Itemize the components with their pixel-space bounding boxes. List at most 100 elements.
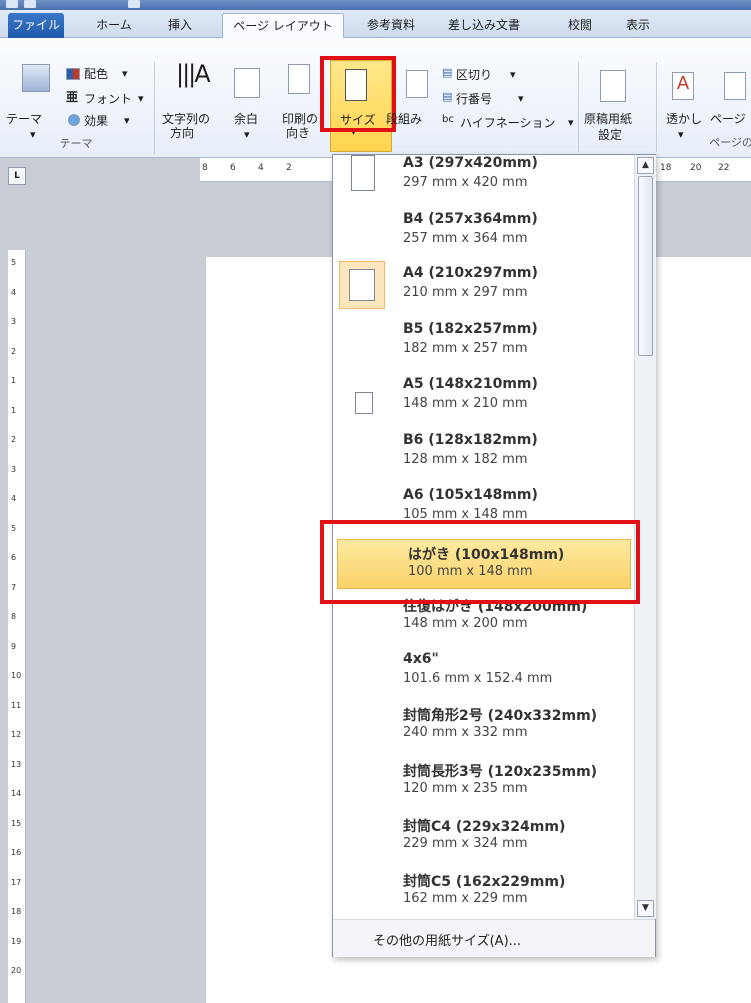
- breaks-button[interactable]: 区切り: [456, 66, 492, 83]
- ruler-tick: 8: [202, 163, 208, 173]
- print-preview-icon[interactable]: [128, 0, 140, 8]
- size-option[interactable]: A5 (148x210mm) 148 mm x 210 mm: [333, 372, 633, 427]
- vertical-ruler-tick: 10: [11, 671, 22, 680]
- size-option-name: 4x6": [403, 651, 439, 667]
- tab-mailings[interactable]: 差し込み文書: [436, 13, 532, 38]
- vertical-ruler-tick: 14: [11, 789, 22, 798]
- size-option-name: A4 (210x297mm): [403, 265, 538, 281]
- highlight-postcard-option: [320, 520, 640, 604]
- size-option-dimensions: 210 mm x 297 mm: [403, 285, 528, 300]
- vertical-ruler-tick: 20: [11, 966, 22, 975]
- chevron-down-icon: ▾: [510, 68, 516, 81]
- orientation-label-2: 向き: [286, 126, 311, 140]
- size-option[interactable]: 4x6" 101.6 mm x 152.4 mm: [333, 647, 633, 702]
- vertical-ruler-tick: 16: [11, 848, 22, 857]
- tab-home[interactable]: ホーム: [86, 13, 142, 38]
- margins-icon: [234, 68, 260, 98]
- tab-view[interactable]: 表示: [616, 13, 660, 38]
- size-option-dimensions: 148 mm x 210 mm: [403, 396, 528, 411]
- group-separator: [154, 62, 155, 154]
- size-option[interactable]: B4 (257x364mm) 257 mm x 364 mm: [333, 207, 633, 262]
- vertical-ruler-tick: 4: [11, 494, 17, 503]
- group-separator: [656, 62, 657, 152]
- vertical-ruler-tick: 11: [11, 700, 22, 710]
- orientation-icon: [288, 64, 310, 94]
- chevron-down-icon: ▾: [124, 114, 130, 127]
- page-color-icon: [724, 72, 746, 100]
- scroll-thumb[interactable]: [638, 176, 653, 356]
- columns-icon: [406, 70, 428, 98]
- size-option-name: 封筒角形2号 (240x332mm): [403, 708, 598, 724]
- ruler-tick: 18: [660, 163, 672, 173]
- paper-icon: [355, 392, 373, 414]
- vertical-ruler-tick: 13: [11, 759, 22, 769]
- columns-button[interactable]: 段組み: [386, 110, 422, 127]
- size-option[interactable]: 封筒C4 (229x324mm) 229 mm x 324 mm: [333, 812, 633, 867]
- word-icon: [6, 0, 18, 8]
- vertical-ruler-tick: 8: [11, 612, 17, 621]
- vertical-ruler-tick: 15: [11, 818, 22, 828]
- size-option[interactable]: 封筒長形3号 (120x235mm) 120 mm x 235 mm: [333, 757, 633, 812]
- size-option-name: 封筒C5 (162x229mm): [403, 874, 566, 890]
- scroll-up-button[interactable]: ▲: [637, 157, 654, 174]
- size-option[interactable]: 封筒角形2号 (240x332mm) 240 mm x 332 mm: [333, 701, 633, 756]
- ruler-tick: 22: [718, 163, 730, 173]
- vertical-ruler-tick: 9: [11, 641, 17, 651]
- chevron-down-icon: ▾: [122, 67, 128, 80]
- watermark-button[interactable]: 透かし: [666, 110, 702, 127]
- vertical-ruler-tick: 3: [11, 317, 17, 326]
- themes-button[interactable]: テーマ: [6, 110, 42, 127]
- vertical-ruler-tick: 19: [11, 936, 22, 946]
- tab-review[interactable]: 校閲: [558, 13, 602, 38]
- colors-button[interactable]: 配色: [84, 65, 108, 82]
- vertical-ruler-tick: 17: [11, 877, 22, 887]
- margins-button[interactable]: 余白: [234, 110, 258, 127]
- manuscript-icon: [600, 70, 626, 102]
- more-paper-sizes-label: その他の用紙サイズ(A)...: [373, 934, 522, 949]
- tab-file[interactable]: ファイル: [8, 13, 64, 38]
- manuscript-button[interactable]: 原稿用紙: [584, 110, 632, 127]
- text-direction-label-2: 方向: [170, 126, 195, 140]
- vertical-ruler-tick: 1: [11, 376, 17, 385]
- chevron-down-icon: ▾: [30, 128, 36, 141]
- ruler-tick: 20: [690, 163, 702, 173]
- vertical-ruler-tick: 18: [11, 907, 22, 916]
- ruler-tick: 2: [286, 163, 292, 173]
- chevron-down-icon: ▾: [678, 128, 684, 141]
- paper-icon: [351, 155, 375, 191]
- size-option[interactable]: 封筒C5 (162x229mm) 162 mm x 229 mm: [333, 867, 633, 919]
- hyphenation-icon: bc: [442, 114, 454, 125]
- scroll-down-button[interactable]: ▼: [637, 900, 654, 917]
- size-option[interactable]: B6 (128x182mm) 128 mm x 182 mm: [333, 428, 633, 483]
- vertical-ruler-tick: 6: [11, 553, 17, 562]
- theme-group-label: テーマ: [59, 137, 93, 150]
- size-option-dimensions: 120 mm x 235 mm: [403, 781, 528, 796]
- tab-page-layout[interactable]: ページ レイアウト: [222, 13, 344, 39]
- vertical-ruler-tick: 12: [11, 730, 22, 739]
- size-option[interactable]: B5 (182x257mm) 182 mm x 257 mm: [333, 317, 633, 372]
- text-direction-icon: |||A: [176, 60, 211, 88]
- ruler-tick: 4: [258, 163, 264, 173]
- fonts-button[interactable]: フォント: [84, 90, 132, 107]
- save-icon[interactable]: [24, 0, 36, 8]
- more-paper-sizes-item[interactable]: その他の用紙サイズ(A)...: [333, 919, 655, 957]
- tab-references[interactable]: 参考資料: [356, 13, 426, 38]
- size-option[interactable]: A3 (297x420mm) 297 mm x 420 mm: [333, 155, 633, 206]
- line-numbers-button[interactable]: 行番号: [456, 90, 492, 107]
- vertical-ruler[interactable]: 5 4 3 2 1 1 2 3 4 5 6 7 8 9 10 11 12 13 14 15 16 17 18 19 20: [8, 250, 26, 1003]
- size-option-dimensions: 162 mm x 229 mm: [403, 891, 528, 906]
- size-option[interactable]: A4 (210x297mm) 210 mm x 297 mm: [333, 261, 633, 316]
- effects-button[interactable]: 効果: [84, 112, 108, 129]
- size-option-dimensions: 148 mm x 200 mm: [403, 616, 528, 631]
- group-separator: [578, 62, 579, 152]
- hyphenation-button[interactable]: ハイフネーション: [460, 114, 556, 131]
- breaks-icon: ▤: [442, 66, 453, 79]
- vertical-ruler-tick: 7: [11, 582, 17, 592]
- size-option-name: A3 (297x420mm): [403, 155, 538, 171]
- page-color-button[interactable]: ページ: [710, 110, 746, 127]
- size-option-dimensions: 240 mm x 332 mm: [403, 725, 528, 740]
- tab-selector-button[interactable]: L: [8, 167, 26, 185]
- tab-insert[interactable]: 挿入: [158, 13, 202, 38]
- vertical-ruler-tick: 3: [11, 464, 17, 474]
- size-option-dimensions: 229 mm x 324 mm: [403, 836, 528, 851]
